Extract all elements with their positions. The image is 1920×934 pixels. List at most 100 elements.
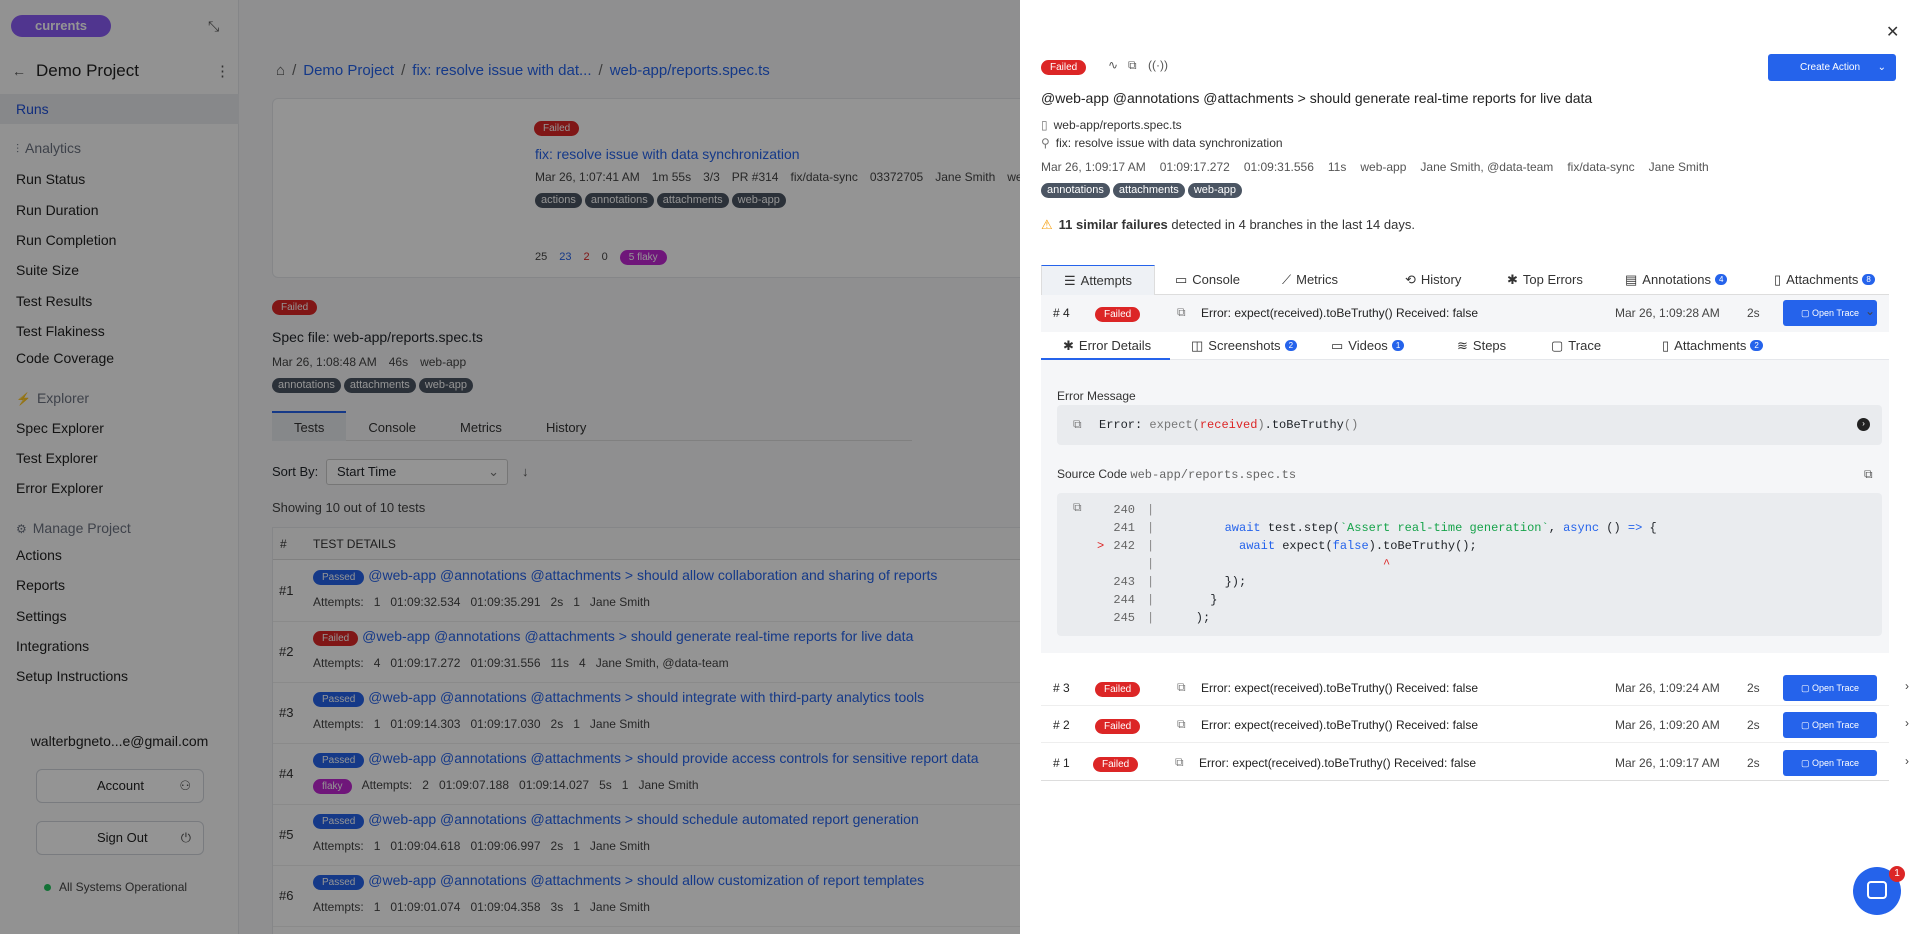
subtab-label: Trace xyxy=(1568,338,1602,353)
error-message-box: ⧉ Error: expect(received).toBeTruthy() › xyxy=(1057,405,1882,445)
trace-icon: ▢ xyxy=(1800,308,1812,318)
subtab-videos[interactable]: ▭ Videos 1 xyxy=(1331,332,1405,360)
chevron-down-icon[interactable]: ⌄ xyxy=(1865,304,1875,318)
tab-label: History xyxy=(1420,272,1462,287)
trace-icon: ▢ xyxy=(1800,720,1812,730)
code-line: 240 | xyxy=(1057,501,1882,519)
open-trace-button[interactable]: ▢ Open Trace xyxy=(1783,750,1877,776)
code-text: ); xyxy=(1167,611,1211,625)
tab-label: Annotations xyxy=(1642,272,1711,287)
tab-attempts[interactable]: ☰ Attempts xyxy=(1041,265,1155,295)
activity-icon[interactable]: ∿ xyxy=(1108,58,1118,72)
attempt-status: Failed xyxy=(1095,307,1141,322)
tab-attachments[interactable]: ▯ Attachments 8 xyxy=(1774,265,1875,295)
count-badge: 4 xyxy=(1714,274,1728,285)
source-path: web-app/reports.spec.ts xyxy=(1130,468,1297,482)
copy-icon[interactable]: ⧉ xyxy=(1175,755,1184,770)
create-action-button[interactable]: Create Action ⌄ xyxy=(1768,54,1896,81)
subtab-error-details[interactable]: ✱ Error Details xyxy=(1041,332,1170,360)
open-trace-button[interactable]: ▢ Open Trace xyxy=(1783,300,1877,326)
error-received: received xyxy=(1199,418,1258,432)
commit-line: ⚲ fix: resolve issue with data synchroniz… xyxy=(1041,136,1283,150)
images-icon[interactable]: ⧉ xyxy=(1128,58,1137,73)
code-line: 244 | } xyxy=(1057,591,1882,609)
file-path: web-app/reports.spec.ts xyxy=(1053,118,1182,132)
error-close: ) xyxy=(1257,418,1265,432)
subtab-label: Attachments xyxy=(1674,338,1747,353)
open-trace-label: Open Trace xyxy=(1811,758,1860,768)
test-meta: Mar 26, 1:09:17 AM 01:09:17.272 01:09:31.5… xyxy=(1041,160,1709,174)
subtab-screenshots[interactable]: ◫ Screenshots 2 xyxy=(1191,332,1298,360)
copy-icon[interactable]: ⧉ xyxy=(1177,305,1186,320)
modal-backdrop[interactable] xyxy=(0,0,1020,934)
subtab-label: Error Details xyxy=(1078,338,1152,353)
attempt-date: Mar 26, 1:09:20 AM xyxy=(1615,718,1720,732)
open-trace-button[interactable]: ▢ Open Trace xyxy=(1783,675,1877,701)
chat-launcher-button[interactable]: 1 xyxy=(1853,866,1905,915)
line-number: 244 xyxy=(1113,593,1135,607)
broadcast-icon[interactable]: ((·)) xyxy=(1148,58,1168,72)
count-badge: 1 xyxy=(1391,340,1405,351)
code-line: >242 | await expect(false).toBeTruthy(); xyxy=(1097,539,1477,553)
copy-icon[interactable]: ⧉ xyxy=(1177,717,1186,732)
subtab-trace[interactable]: ▢ Trace xyxy=(1551,332,1601,360)
test-branch: fix/data-sync xyxy=(1567,160,1635,174)
similar-count: 11 similar failures xyxy=(1058,217,1168,232)
attempt-row[interactable]: # 2 Failed ⧉ Error: expect(received).toB… xyxy=(1041,707,1909,743)
warning-icon: ⚠ xyxy=(1041,217,1053,232)
attempt-error: Error: expect(received).toBeTruthy() Rec… xyxy=(1201,718,1478,732)
arrow-right-icon[interactable]: › xyxy=(1857,418,1870,431)
close-icon[interactable]: ✕ xyxy=(1886,22,1899,42)
file-icon: ▯ xyxy=(1662,338,1670,353)
attempt-row[interactable]: # 4 Failed ⧉ Error: expect(received).toB… xyxy=(1041,295,1889,331)
bug-icon: ✱ xyxy=(1063,338,1074,353)
chevron-right-icon[interactable]: › xyxy=(1905,679,1909,693)
count-badge: 8 xyxy=(1862,274,1875,285)
test-duration: 11s xyxy=(1327,160,1347,174)
attempt-subtabs: ✱ Error Details ◫ Screenshots 2 ▭ Videos 1 ≋ S… xyxy=(1041,332,1889,360)
error-prefix: Error: xyxy=(1099,418,1150,432)
trace-icon: ▢ xyxy=(1800,683,1812,693)
trace-icon: ▢ xyxy=(1551,338,1564,353)
bug-icon: ✱ xyxy=(1507,272,1518,287)
trace-icon: ▢ xyxy=(1800,758,1812,768)
subtab-steps[interactable]: ≋ Steps xyxy=(1457,332,1506,360)
subtab-attachments[interactable]: ▯ Attachments 2 xyxy=(1662,332,1763,360)
copy-icon[interactable]: ⧉ xyxy=(1864,467,1873,482)
notification-badge: 1 xyxy=(1889,866,1905,882)
attempt-row[interactable]: # 3 Failed ⧉ Error: expect(received).toB… xyxy=(1041,670,1909,706)
tab-label: Attachments xyxy=(1786,272,1859,287)
code-line: 241 | await test.step(`Assert real-time g… xyxy=(1057,519,1882,537)
commit-message: fix: resolve issue with data synchroniza… xyxy=(1055,136,1283,150)
attempt-row[interactable]: # 1 Failed ⧉ Error: expect(received).toB… xyxy=(1041,745,1909,781)
error-expect: expect( xyxy=(1149,418,1200,432)
chart-icon: ⟋ xyxy=(1282,272,1292,287)
chevron-right-icon[interactable]: › xyxy=(1905,716,1909,730)
tab-metrics[interactable]: ⟋ Metrics xyxy=(1282,265,1338,295)
tab-console[interactable]: ▭ Console xyxy=(1175,265,1240,295)
attempt-status: Failed xyxy=(1095,682,1141,697)
tab-label: Console xyxy=(1192,272,1240,287)
code-text: } xyxy=(1167,593,1218,607)
test-date: Mar 26, 1:09:17 AM xyxy=(1041,160,1146,174)
attempt-date: Mar 26, 1:09:28 AM xyxy=(1615,306,1720,320)
attempt-duration: 2s xyxy=(1747,718,1760,732)
copy-icon[interactable]: ⧉ xyxy=(1073,405,1082,445)
tab-annotations[interactable]: ▤ Annotations 4 xyxy=(1625,265,1728,295)
error-message-label: Error Message xyxy=(1057,389,1136,403)
subtab-label: Screenshots xyxy=(1208,338,1281,353)
similar-failures-warning[interactable]: ⚠ 11 similar failures detected in 4 branc… xyxy=(1041,217,1415,233)
tab-top-errors[interactable]: ✱ Top Errors xyxy=(1507,265,1583,295)
tag: attachments xyxy=(1112,183,1185,198)
file-icon: ▯ xyxy=(1041,118,1048,132)
count-badge: 2 xyxy=(1284,340,1298,351)
tab-label: Attempts xyxy=(1080,273,1132,288)
open-trace-button[interactable]: ▢ Open Trace xyxy=(1783,712,1877,738)
chevron-right-icon[interactable]: › xyxy=(1905,754,1909,768)
caret-marker: ^ xyxy=(1167,557,1391,571)
copy-icon[interactable]: ⧉ xyxy=(1177,680,1186,695)
error-parens: () xyxy=(1343,418,1359,432)
drawer-status-badge: Failed xyxy=(1041,60,1087,75)
attempt-duration: 2s xyxy=(1747,306,1760,320)
tab-history[interactable]: ⟲ History xyxy=(1405,265,1461,295)
